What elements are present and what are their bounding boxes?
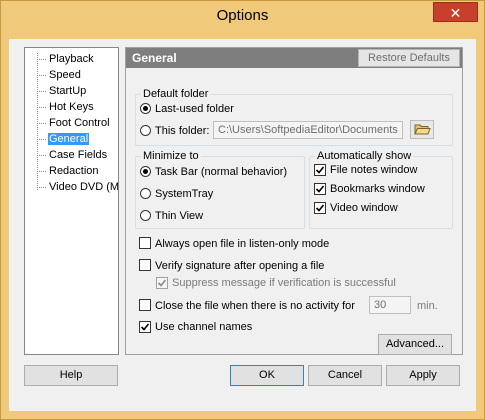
panel-title: General	[132, 51, 177, 65]
tree-item[interactable]: Case Fields	[25, 147, 118, 163]
cancel-button[interactable]: Cancel	[308, 365, 382, 386]
thinview-radio[interactable]	[140, 210, 151, 221]
default-folder-group: Default folder Last-used folder This fol…	[135, 87, 453, 146]
bookmarks-checkbox[interactable]	[314, 183, 326, 195]
last-used-folder-label: Last-used folder	[155, 103, 234, 115]
tree-item[interactable]: Hot Keys	[25, 99, 118, 115]
close-file-label: Close the file when there is no activity…	[155, 300, 355, 312]
tree-item[interactable]: General	[25, 131, 118, 147]
tree-item-label: Video DVD (MP	[49, 181, 119, 193]
minimize-thinview-option[interactable]: Thin View	[140, 209, 203, 223]
general-panel: General Restore Defaults Default folder …	[125, 47, 463, 355]
always-open-option[interactable]: Always open file in listen-only mode	[139, 237, 329, 251]
panel-header: General Restore Defaults	[126, 48, 462, 68]
minimize-taskbar-option[interactable]: Task Bar (normal behavior)	[140, 165, 287, 179]
checkmark-icon	[315, 166, 325, 174]
auto-show-group: Automatically show File notes window Boo…	[309, 149, 453, 229]
minimize-to-group: Minimize to Task Bar (normal behavior) S…	[135, 149, 305, 229]
help-button[interactable]: Help	[24, 365, 118, 386]
tree-item-label: Case Fields	[49, 149, 108, 161]
close-button[interactable]: ✕	[433, 2, 478, 22]
advanced-button[interactable]: Advanced...	[378, 334, 452, 355]
tree-item[interactable]: Playback	[25, 51, 118, 67]
channel-names-label: Use channel names	[155, 321, 253, 333]
tree-item-label: StartUp	[49, 85, 87, 97]
folder-open-icon	[414, 124, 431, 135]
close-file-checkbox[interactable]	[139, 299, 151, 311]
tree-item[interactable]: Redaction	[25, 163, 118, 179]
close-file-option[interactable]: Close the file when there is no activity…	[139, 299, 355, 313]
tree-item-label: General	[48, 133, 90, 145]
verify-signature-option[interactable]: Verify signature after opening a file	[139, 259, 324, 273]
video-window-option[interactable]: Video window	[314, 201, 398, 215]
restore-defaults-button[interactable]: Restore Defaults	[358, 49, 460, 67]
always-open-label: Always open file in listen-only mode	[155, 238, 330, 250]
dialog-client-area: Playback Speed StartUp Hot Keys Foot Control…	[9, 39, 476, 411]
this-folder-radio[interactable]	[140, 125, 151, 136]
this-folder-option[interactable]: This folder:	[140, 124, 209, 138]
verify-signature-checkbox[interactable]	[139, 259, 151, 271]
systemtray-radio[interactable]	[140, 188, 151, 199]
close-file-unit: min.	[417, 300, 438, 312]
options-tree[interactable]: Playback Speed StartUp Hot Keys Foot Control…	[24, 47, 119, 355]
tree-item-label: Foot Control	[49, 117, 110, 129]
channel-names-checkbox[interactable]	[139, 321, 151, 333]
taskbar-label: Task Bar (normal behavior)	[155, 166, 288, 178]
options-window: Options ✕ Playback Speed StartUp Hot Keys Fo…	[0, 0, 485, 420]
video-window-checkbox[interactable]	[314, 202, 326, 214]
folder-path-field[interactable]: C:\Users\SoftpediaEditor\Documents	[213, 121, 403, 139]
apply-button[interactable]: Apply	[386, 365, 460, 386]
suppress-message-option: Suppress message if verification is succ…	[156, 276, 396, 290]
file-notes-checkbox[interactable]	[314, 164, 326, 176]
checkmark-icon	[315, 204, 325, 212]
tree-item-label: Playback	[49, 53, 94, 65]
bookmarks-option[interactable]: Bookmarks window	[314, 182, 425, 196]
this-folder-label: This folder:	[155, 125, 210, 137]
close-icon: ✕	[449, 5, 462, 21]
suppress-message-checkbox	[156, 277, 168, 289]
video-window-label: Video window	[330, 202, 398, 214]
thinview-label: Thin View	[155, 210, 204, 222]
file-notes-label: File notes window	[330, 164, 418, 176]
bookmarks-label: Bookmarks window	[330, 183, 425, 195]
ok-button[interactable]: OK	[230, 365, 304, 386]
minimize-systemtray-option[interactable]: SystemTray	[140, 187, 213, 201]
auto-show-label: Automatically show	[315, 149, 414, 163]
checkmark-icon	[140, 323, 150, 331]
browse-folder-button[interactable]	[410, 120, 434, 139]
default-folder-label: Default folder	[141, 87, 211, 101]
taskbar-radio[interactable]	[140, 166, 151, 177]
tree-item-label: Redaction	[49, 165, 99, 177]
tree-item[interactable]: Video DVD (MP	[25, 179, 118, 195]
last-used-folder-radio[interactable]	[140, 103, 151, 114]
last-used-folder-option[interactable]: Last-used folder	[140, 102, 234, 116]
tree-item[interactable]: Foot Control	[25, 115, 118, 131]
close-file-minutes-field[interactable]: 30	[369, 296, 411, 314]
tree-item-label: Hot Keys	[49, 101, 94, 113]
suppress-message-label: Suppress message if verification is succ…	[172, 277, 396, 289]
file-notes-option[interactable]: File notes window	[314, 163, 417, 177]
tree-item-label: Speed	[49, 69, 81, 81]
window-title: Options	[216, 7, 269, 24]
always-open-checkbox[interactable]	[139, 237, 151, 249]
tree-item[interactable]: StartUp	[25, 83, 118, 99]
checkmark-icon	[315, 185, 325, 193]
checkmark-icon	[157, 279, 167, 287]
systemtray-label: SystemTray	[155, 188, 214, 200]
verify-signature-label: Verify signature after opening a file	[155, 260, 325, 272]
minimize-to-label: Minimize to	[141, 149, 201, 163]
channel-names-option[interactable]: Use channel names	[139, 320, 252, 334]
tree-item[interactable]: Speed	[25, 67, 118, 83]
